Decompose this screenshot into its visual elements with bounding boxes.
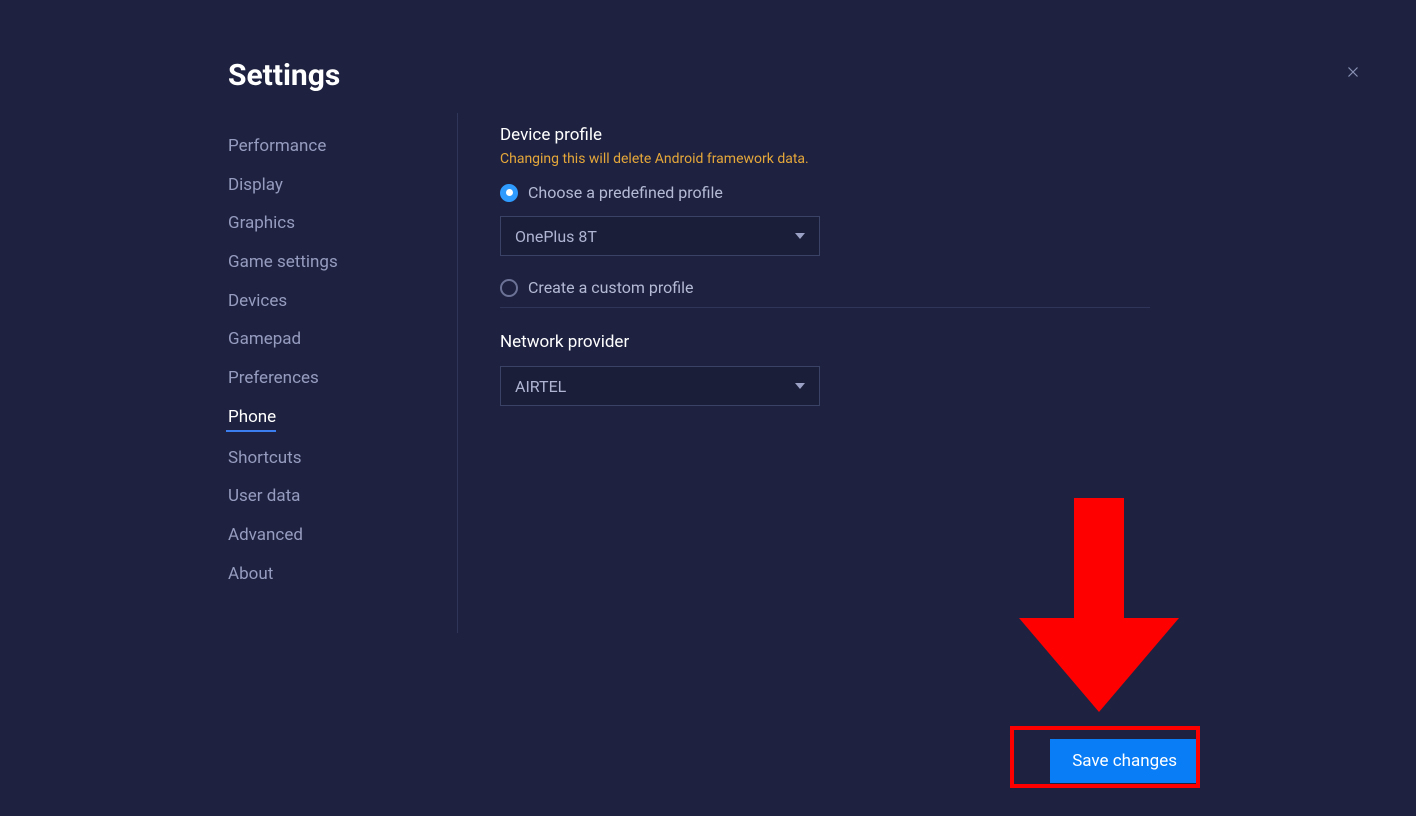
sidebar-item-preferences[interactable]: Preferences	[226, 359, 319, 398]
sidebar-item-about[interactable]: About	[226, 555, 273, 594]
radio-predefined-row[interactable]: Choose a predefined profile	[500, 183, 1374, 202]
sidebar-item-game-settings[interactable]: Game settings	[226, 243, 338, 282]
network-provider-value: AIRTEL	[515, 377, 566, 396]
sidebar-item-shortcuts[interactable]: Shortcuts	[226, 439, 302, 478]
radio-custom-row[interactable]: Create a custom profile	[500, 278, 1374, 297]
radio-predefined-label: Choose a predefined profile	[528, 183, 723, 202]
network-provider-select[interactable]: AIRTEL	[500, 366, 820, 406]
settings-modal: Settings Performance Display Graphics Ga…	[0, 8, 1416, 816]
device-profile-value: OnePlus 8T	[515, 227, 597, 246]
radio-predefined[interactable]	[500, 184, 518, 202]
chevron-down-icon	[795, 383, 805, 389]
modal-footer: Save changes	[1050, 739, 1199, 783]
network-provider-title: Network provider	[500, 332, 1374, 352]
chevron-down-icon	[795, 233, 805, 239]
sidebar-item-advanced[interactable]: Advanced	[226, 516, 303, 555]
close-icon	[1344, 63, 1362, 81]
sidebar-item-devices[interactable]: Devices	[226, 282, 287, 321]
device-profile-section: Device profile Changing this will delete…	[500, 125, 1374, 406]
device-profile-warning: Changing this will delete Android framew…	[500, 151, 1374, 167]
sidebar-item-gamepad[interactable]: Gamepad	[226, 320, 301, 359]
close-button[interactable]	[1336, 55, 1370, 93]
modal-body: Performance Display Graphics Game settin…	[0, 113, 1416, 633]
device-profile-select[interactable]: OnePlus 8T	[500, 216, 820, 256]
sidebar-item-graphics[interactable]: Graphics	[226, 204, 295, 243]
sidebar-item-performance[interactable]: Performance	[226, 127, 326, 166]
radio-dot-icon	[506, 189, 513, 196]
modal-header: Settings	[0, 8, 1416, 113]
radio-custom[interactable]	[500, 279, 518, 297]
sidebar-item-display[interactable]: Display	[226, 166, 283, 205]
section-divider	[500, 307, 1150, 308]
sidebar: Performance Display Graphics Game settin…	[226, 113, 458, 633]
sidebar-item-phone[interactable]: Phone	[226, 398, 276, 432]
save-changes-button[interactable]: Save changes	[1050, 739, 1199, 783]
content-pane: Device profile Changing this will delete…	[458, 113, 1416, 633]
device-profile-title: Device profile	[500, 125, 1374, 145]
radio-custom-label: Create a custom profile	[528, 278, 694, 297]
sidebar-item-user-data[interactable]: User data	[226, 477, 300, 516]
page-title: Settings	[228, 58, 340, 93]
